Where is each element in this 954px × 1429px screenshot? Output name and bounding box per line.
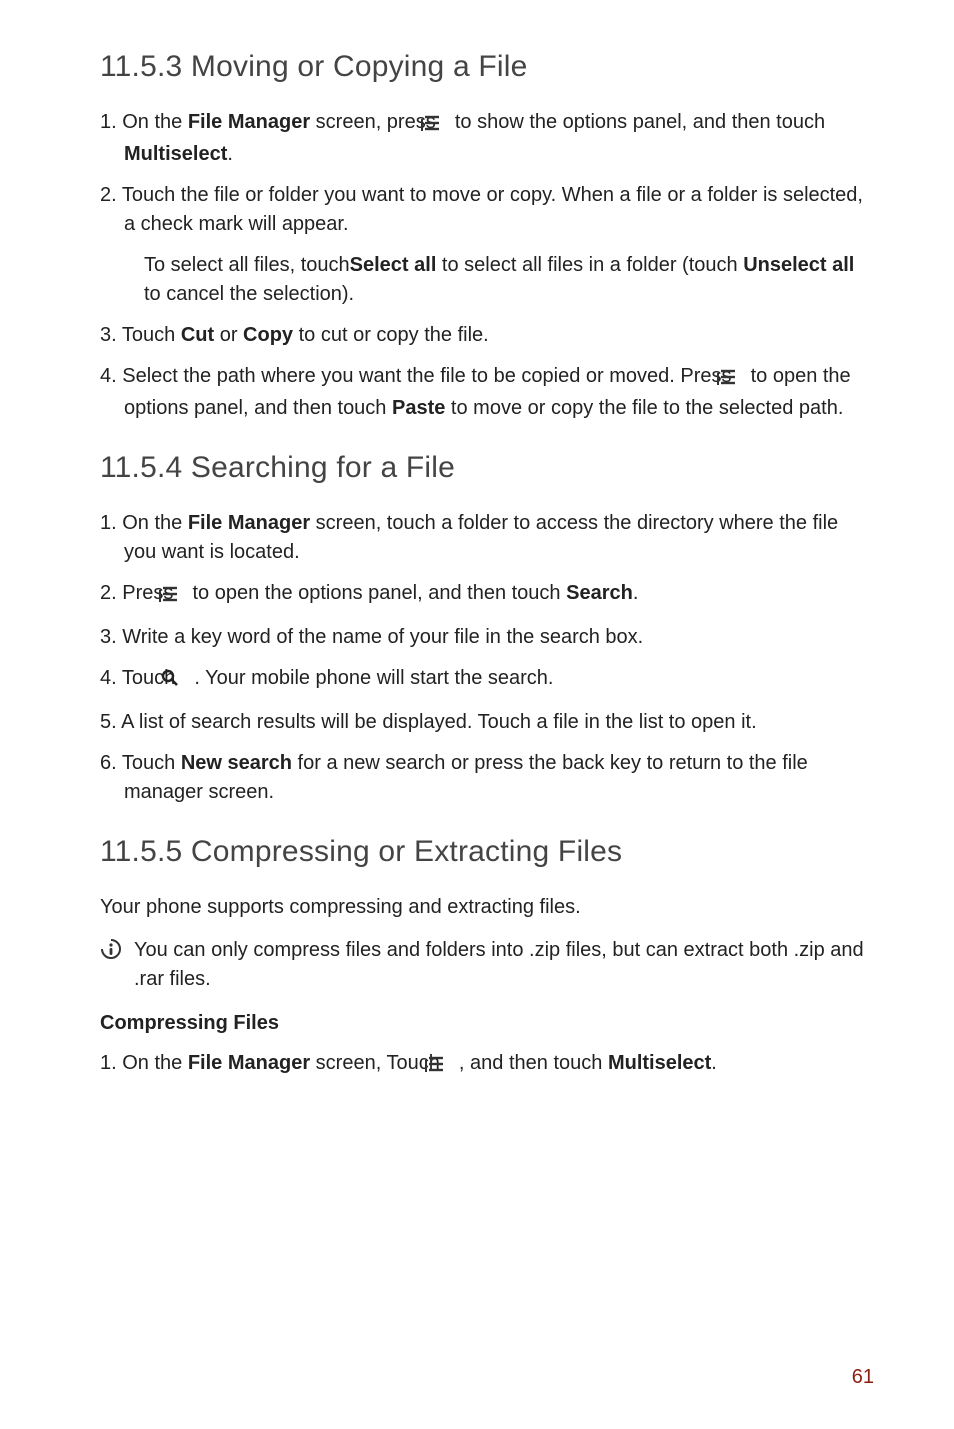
section-heading-moving: 11.5.3 Moving or Copying a File bbox=[100, 50, 874, 84]
section-heading-searching: 11.5.4 Searching for a File bbox=[100, 451, 874, 485]
text: To select all files, touch bbox=[144, 254, 350, 276]
text: 6. Touch bbox=[100, 752, 181, 774]
step-2: 2. Press to open the options panel, and … bbox=[100, 579, 874, 611]
text: to move or copy the file to the selected… bbox=[445, 397, 843, 419]
section-heading-compressing: 11.5.5 Compressing or Extracting Files bbox=[100, 835, 874, 869]
bold-text: Multiselect bbox=[608, 1052, 711, 1074]
text: . bbox=[227, 143, 233, 165]
text: to open the options panel, and then touc… bbox=[187, 582, 566, 604]
text: 1. On the bbox=[100, 111, 188, 133]
step-6: 6. Touch New search for a new search or … bbox=[100, 749, 874, 807]
sub-step: To select all files, touchSelect all to … bbox=[100, 251, 874, 309]
text: to show the options panel, and then touc… bbox=[449, 111, 825, 133]
text: . Your mobile phone will start the searc… bbox=[189, 667, 554, 689]
text: . bbox=[633, 582, 639, 604]
note-block: You can only compress files and folders … bbox=[100, 936, 874, 994]
text: . bbox=[711, 1052, 717, 1074]
bold-text: Select all bbox=[350, 254, 437, 276]
bold-text: File Manager bbox=[188, 512, 310, 534]
step-2: 2. Touch the file or folder you want to … bbox=[100, 181, 874, 239]
text: 1. On the bbox=[100, 1052, 188, 1074]
step-1: 1. On the File Manager screen, Touch , a… bbox=[100, 1049, 874, 1081]
page-number: 61 bbox=[852, 1366, 874, 1389]
bold-text: File Manager bbox=[188, 111, 310, 133]
bold-text: Multiselect bbox=[124, 143, 227, 165]
step-4: 4. Select the path where you want the fi… bbox=[100, 362, 874, 423]
bold-text: New search bbox=[181, 752, 292, 774]
text: 4. Select the path where you want the fi… bbox=[100, 365, 737, 387]
bold-text: Unselect all bbox=[743, 254, 854, 276]
subheading-compressing-files: Compressing Files bbox=[100, 1012, 874, 1035]
info-icon bbox=[100, 938, 122, 965]
note-text: You can only compress files and folders … bbox=[134, 936, 874, 994]
text: 3. Touch bbox=[100, 324, 181, 346]
text: , and then touch bbox=[453, 1052, 608, 1074]
text: to cancel the selection). bbox=[144, 283, 354, 305]
step-3: 3. Touch Cut or Copy to cut or copy the … bbox=[100, 321, 874, 350]
bold-text: Paste bbox=[392, 397, 445, 419]
step-4: 4. Touch . Your mobile phone will start … bbox=[100, 664, 874, 696]
text: to cut or copy the file. bbox=[293, 324, 489, 346]
text: or bbox=[214, 324, 243, 346]
step-3: 3. Write a key word of the name of your … bbox=[100, 623, 874, 652]
text: 1. On the bbox=[100, 512, 188, 534]
intro-text: Your phone supports compressing and extr… bbox=[100, 893, 874, 922]
bold-text: Search bbox=[566, 582, 633, 604]
bold-text: File Manager bbox=[188, 1052, 310, 1074]
text: to select all files in a folder (touch bbox=[436, 254, 743, 276]
step-1: 1. On the File Manager screen, touch a f… bbox=[100, 509, 874, 567]
bold-text: Cut bbox=[181, 324, 214, 346]
document-page: 11.5.3 Moving or Copying a File 1. On th… bbox=[0, 0, 954, 1429]
bold-text: Copy bbox=[243, 324, 293, 346]
step-5: 5. A list of search results will be disp… bbox=[100, 708, 874, 737]
step-1: 1. On the File Manager screen, press to … bbox=[100, 108, 874, 169]
